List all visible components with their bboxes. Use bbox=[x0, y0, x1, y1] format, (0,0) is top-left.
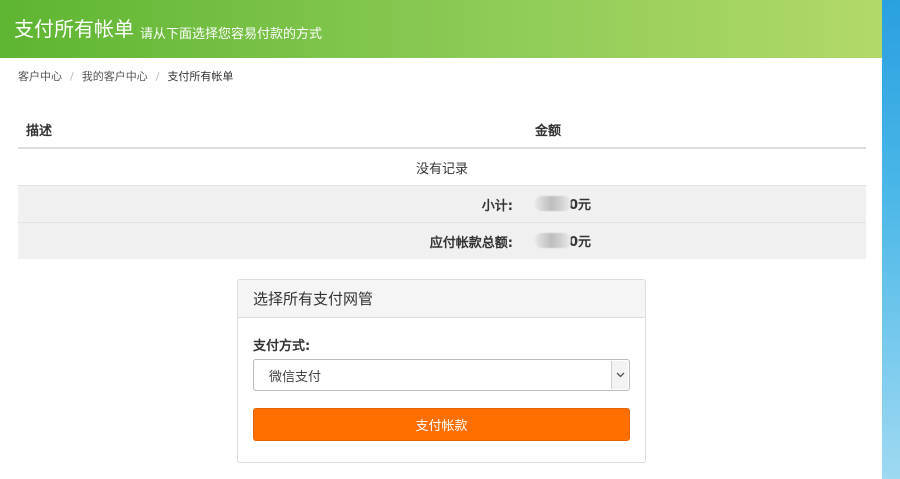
payment-method-selected-value: 微信支付 bbox=[269, 369, 322, 385]
redaction-blur bbox=[535, 195, 571, 211]
subtotal-amount-suffix: 0元 bbox=[569, 197, 592, 213]
breadcrumb-separator: / bbox=[70, 69, 74, 83]
invoice-table: 描述 金额 没有记录 小计: 0元 应付帐款总额: 0元 bbox=[18, 112, 866, 259]
subtotal-amount: 0元 bbox=[535, 194, 591, 213]
column-header-amount: 金额 bbox=[527, 112, 866, 149]
payment-method-label: 支付方式: bbox=[253, 339, 311, 354]
breadcrumb-separator: / bbox=[155, 69, 160, 83]
subtotal-label: 小计: bbox=[18, 185, 527, 223]
page-header: 支付所有帐单 请从下面选择您容易付款的方式 bbox=[0, 0, 882, 58]
table-header-row: 描述 金额 bbox=[18, 112, 866, 149]
breadcrumb: 客户中心 / 我的客户中心 / 支付所有帐单 bbox=[18, 68, 233, 84]
empty-message: 没有记录 bbox=[18, 147, 866, 186]
total-due-amount-cell: 0元 bbox=[527, 222, 866, 259]
total-due-amount-suffix: 0元 bbox=[569, 234, 592, 250]
breadcrumb-client-area[interactable]: 客户中心 bbox=[18, 68, 62, 84]
total-due-label: 应付帐款总额: bbox=[18, 222, 527, 259]
page-title: 支付所有帐单 bbox=[14, 17, 134, 41]
payment-method-select[interactable]: 微信支付 bbox=[253, 359, 630, 391]
column-header-description: 描述 bbox=[18, 112, 527, 149]
total-due-row: 应付帐款总额: 0元 bbox=[18, 222, 866, 259]
subtotal-amount-cell: 0元 bbox=[527, 185, 866, 223]
total-due-amount: 0元 bbox=[535, 231, 591, 250]
payment-panel-body: 支付方式: 微信支付 支付帐款 bbox=[238, 335, 645, 441]
payment-panel: 选择所有支付网管 支付方式: 微信支付 支付帐款 bbox=[237, 279, 646, 463]
chevron-down-icon[interactable] bbox=[611, 361, 628, 389]
breadcrumb-current: 支付所有帐单 bbox=[167, 70, 234, 83]
page-subtitle: 请从下面选择您容易付款的方式 bbox=[140, 26, 323, 42]
page: 支付所有帐单 请从下面选择您容易付款的方式 客户中心 / 我的客户中心 / 支付… bbox=[0, 0, 882, 479]
breadcrumb-my-client-area[interactable]: 我的客户中心 bbox=[82, 68, 148, 84]
pay-invoice-button[interactable]: 支付帐款 bbox=[253, 408, 630, 441]
payment-panel-heading: 选择所有支付网管 bbox=[238, 280, 645, 318]
subtotal-row: 小计: 0元 bbox=[18, 185, 866, 223]
redaction-blur bbox=[535, 232, 571, 248]
table-empty-row: 没有记录 bbox=[18, 147, 866, 186]
